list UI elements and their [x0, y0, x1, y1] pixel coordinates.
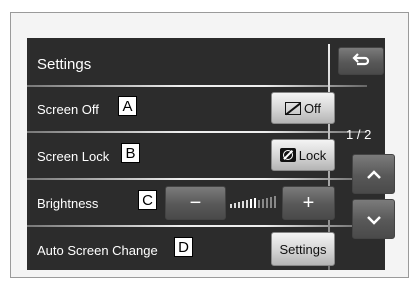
row-label-brightness: Brightness: [37, 196, 99, 211]
lock-icon: [279, 148, 296, 162]
screen-lock-button[interactable]: Lock: [271, 139, 335, 171]
separator: [27, 131, 367, 133]
screen-off-button-label: Off: [303, 100, 322, 116]
chevron-down-icon: [366, 208, 382, 231]
callout-tag: B: [121, 143, 140, 163]
page-title: Settings: [37, 56, 92, 73]
back-button[interactable]: [338, 47, 384, 75]
page-down-button[interactable]: [352, 199, 395, 239]
page-indicator: 1 / 2: [346, 127, 372, 142]
screen-lock-button-label: Lock: [298, 147, 327, 163]
separator: [27, 178, 367, 180]
separator: [27, 85, 367, 87]
callout-tag: D: [174, 237, 193, 257]
separator: [27, 225, 367, 227]
row-label-auto-screen-change: Auto Screen Change: [37, 243, 158, 258]
callout-tag: A: [118, 96, 137, 116]
row-label-screen-lock: Screen Lock: [37, 149, 110, 164]
page-up-button[interactable]: [352, 154, 395, 194]
back-arrow-icon: [351, 51, 371, 72]
brightness-increase-button[interactable]: +: [282, 186, 335, 220]
auto-screen-change-settings-button[interactable]: Settings: [271, 232, 335, 266]
brightness-level-indicator[interactable]: [230, 192, 290, 210]
screen-off-icon: [284, 101, 301, 115]
chevron-up-icon: [366, 163, 382, 186]
callout-tag: C: [138, 190, 157, 210]
row-label-screen-off: Screen Off: [37, 102, 99, 117]
brightness-decrease-button[interactable]: −: [165, 186, 226, 220]
screen-off-button[interactable]: Off: [271, 92, 335, 124]
